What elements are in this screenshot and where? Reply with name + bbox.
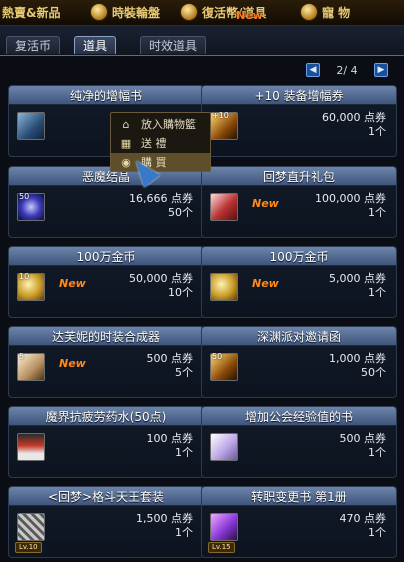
tab-revive-coin-label: 复活币 — [15, 39, 52, 53]
gift-box-icon — [210, 193, 238, 221]
item-name: 回梦直升礼包 — [202, 167, 396, 186]
item-count: 10个 — [168, 286, 193, 299]
nav-hot-new[interactable]: 熱賣&新品 — [2, 1, 60, 23]
item-card[interactable]: 恶魔结晶 50 16,666 点券 50个 — [8, 166, 204, 238]
item-card[interactable]: 深渊派对邀请函 50 1,000 点券 50个 — [201, 326, 397, 398]
gift-icon: ▦ — [120, 136, 132, 150]
item-count: 1个 — [368, 206, 386, 219]
level-badge: Lv.15 — [208, 542, 235, 553]
item-qty: 10 — [19, 272, 30, 281]
level-badge: Lv.10 — [15, 542, 42, 553]
nav-pets-label: 寵 物 — [322, 5, 351, 20]
tab-revive-coin[interactable]: 复活币 — [6, 36, 61, 54]
item-qty: 50 — [19, 192, 30, 201]
item-name: 增加公会经验值的书 — [202, 407, 396, 426]
menu-gift[interactable]: ▦ 送 禮 — [111, 134, 210, 152]
item-name: 100万金币 — [202, 247, 396, 266]
item-card[interactable]: 转职变更书 第1册 Lv.15 470 点券 1个 — [201, 486, 397, 558]
item-name: <回梦>格斗天王套装 — [9, 487, 203, 506]
menu-gift-label: 送 禮 — [141, 137, 167, 150]
menu-add-to-basket[interactable]: ⌂ 放入購物籃 — [111, 115, 210, 133]
item-name: 深渊派对邀请函 — [202, 327, 396, 346]
nav-pets[interactable]: 寵 物 — [300, 1, 350, 23]
nav-new-badge: New — [236, 9, 263, 22]
tab-items[interactable]: 道具 — [74, 36, 117, 54]
item-card[interactable]: <回梦>格斗天王套装 Lv.10 1,500 点券 1个 — [8, 486, 204, 558]
item-name: 100万金币 — [9, 247, 203, 266]
next-arrow-icon: ▶ — [377, 65, 385, 75]
item-qty: 50 — [212, 352, 223, 361]
item-card[interactable]: 增加公会经验值的书 500 点券 1个 — [201, 406, 397, 478]
coin-icon — [180, 3, 198, 21]
paw-icon — [300, 3, 318, 21]
next-page-button[interactable]: ▶ — [374, 63, 388, 77]
menu-add-to-basket-label: 放入購物籃 — [141, 118, 196, 131]
gold-coin-icon — [210, 273, 238, 301]
new-badge: New — [252, 277, 279, 290]
tab-strip: 复活币 道具 时效道具 — [0, 26, 404, 56]
tab-items-label: 道具 — [83, 39, 108, 53]
nav-costume-wheel[interactable]: 時裝輪盤 — [90, 1, 160, 23]
item-qty: 5 — [19, 352, 25, 361]
new-badge: New — [252, 197, 279, 210]
item-name: +10 装备增幅券 — [202, 86, 396, 105]
item-count: 1个 — [368, 286, 386, 299]
item-card[interactable]: 魔界抗疲劳药水(50点) 100 点券 1个 — [8, 406, 204, 478]
potion-icon — [17, 433, 45, 461]
tab-timed-items-label: 时效道具 — [149, 39, 198, 53]
tome-icon — [210, 513, 238, 541]
item-name: 转职变更书 第1册 — [202, 487, 396, 506]
card-icon — [210, 433, 238, 461]
new-badge: New — [59, 357, 86, 370]
context-menu: ⌂ 放入購物籃 ▦ 送 禮 ◉ 購 買 — [110, 112, 211, 172]
item-card[interactable]: +10 装备增幅券 +10 60,000 点券 1个 — [201, 85, 397, 157]
menu-buy[interactable]: ◉ 購 買 — [111, 153, 210, 171]
prev-page-button[interactable]: ◀ — [306, 63, 320, 77]
item-count: 1个 — [175, 526, 193, 539]
wheel-icon — [90, 3, 108, 21]
box-icon — [17, 513, 45, 541]
item-count: 50个 — [361, 366, 386, 379]
page-indicator: 2/ 4 — [336, 63, 358, 77]
item-count: 1个 — [368, 446, 386, 459]
item-count: 5个 — [175, 366, 193, 379]
item-name: 纯净的增幅书 — [9, 86, 203, 105]
tab-divider — [0, 55, 404, 56]
item-name: 魔界抗疲劳药水(50点) — [9, 407, 203, 426]
item-card[interactable]: 回梦直升礼包 New 100,000 点券 1个 — [201, 166, 397, 238]
item-card[interactable]: 达芙妮的时装合成器 5 New 500 点券 5个 — [8, 326, 204, 398]
book-icon — [17, 112, 45, 140]
basket-icon: ⌂ — [122, 117, 130, 131]
nav-costume-wheel-label: 時裝輪盤 — [112, 5, 161, 20]
new-badge: New — [59, 277, 86, 290]
nav-hot-new-label: 熱賣&新品 — [2, 5, 61, 20]
item-count: 50个 — [168, 206, 193, 219]
prev-arrow-icon: ◀ — [309, 65, 317, 75]
item-card[interactable]: 100万金币 10 New 50,000 点券 10个 — [8, 246, 204, 318]
item-count: 1个 — [368, 526, 386, 539]
tab-timed-items[interactable]: 时效道具 — [140, 36, 207, 54]
item-count: 1个 — [175, 446, 193, 459]
item-qty: +10 — [212, 111, 229, 120]
top-nav: 熱賣&新品 時裝輪盤 復活幣/道具 New 寵 物 — [0, 0, 404, 26]
item-name: 达芙妮的时装合成器 — [9, 327, 203, 346]
pager: ◀ 2/ 4 ▶ — [306, 62, 388, 78]
item-card[interactable]: 100万金币 New 5,000 点券 1个 — [201, 246, 397, 318]
item-count: 1个 — [368, 125, 386, 138]
